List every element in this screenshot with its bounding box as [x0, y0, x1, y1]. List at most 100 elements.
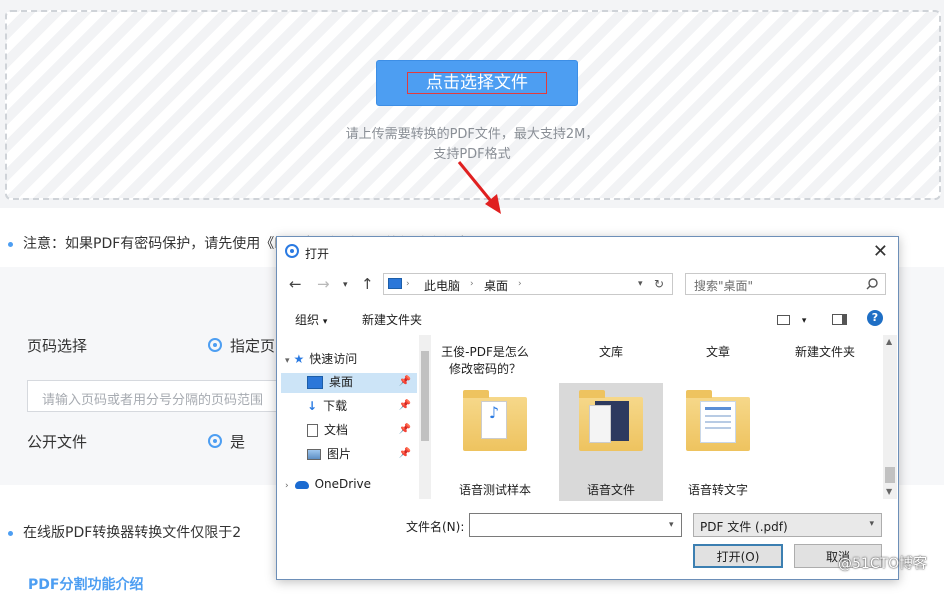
desktop-icon [307, 376, 323, 389]
filename-dropdown-icon[interactable]: ▾ [669, 520, 674, 530]
file-item-pdf-article[interactable]: 王俊-PDF是怎么 修改密码的？ [433, 335, 537, 376]
file-label: 语音转文字 [687, 483, 748, 497]
picture-icon [307, 449, 321, 460]
tree-label: 下载 [323, 399, 348, 413]
chevron-down-icon: ▾ [285, 356, 290, 366]
page-range-input[interactable]: 请输入页码或者用分号分隔的页码范围 [27, 380, 287, 412]
split-intro-link[interactable]: PDF分割功能介绍 [28, 574, 143, 594]
scroll-up-icon[interactable]: ▲ [886, 337, 892, 346]
file-list-scrollbar[interactable]: ▲ ▼ [883, 335, 897, 499]
pin-icon[interactable]: 📌 [399, 400, 411, 411]
tree-item-onedrive[interactable]: › OneDrive [285, 477, 371, 497]
file-item-wenku[interactable]: 文库 [559, 335, 663, 359]
public-file-label: 公开文件 [27, 433, 88, 451]
tree-item-pictures[interactable]: 图片 📌 [285, 445, 417, 465]
chevron-down-icon: ▾ [869, 519, 874, 529]
tree-item-downloads[interactable]: ↓ 下载 📌 [285, 397, 417, 417]
page-radio-label: 指定页 [230, 337, 276, 355]
annotation-arrow [457, 161, 501, 214]
breadcrumb-this-pc[interactable]: 此电脑 [424, 277, 460, 294]
watermark: @51CTO博客 [838, 556, 928, 572]
limit-notice-text: 在线版PDF转换器转换文件仅限于2 [23, 525, 242, 541]
tree-label: 文档 [324, 423, 349, 437]
file-item-new-folder[interactable]: 新建文件夹 [773, 335, 877, 359]
new-folder-button[interactable]: 新建文件夹 [362, 311, 422, 328]
organize-menu[interactable]: 组织 ▾ [295, 311, 327, 328]
view-box-icon [777, 314, 790, 325]
search-input[interactable]: 搜索"桌面" [685, 273, 886, 295]
pin-icon[interactable]: 📌 [399, 424, 411, 435]
view-mode-icon[interactable]: ▾ [777, 312, 806, 326]
upload-hint-line1: 请上传需要转换的PDF文件，最大支持2M， [345, 127, 599, 142]
file-item-voice-to-text[interactable]: 语音转文字 [666, 383, 770, 501]
tree-label: 桌面 [329, 375, 354, 389]
file-item-voice-files[interactable]: 语音文件 [559, 383, 663, 501]
breadcrumb-separator-icon: › [518, 279, 522, 289]
browser-app-icon [285, 244, 299, 258]
filename-label: 文件名(N): [406, 520, 465, 534]
chevron-right-icon: › [285, 481, 289, 491]
chevron-down-icon: ▾ [801, 316, 807, 326]
file-scroll-thumb[interactable] [885, 467, 895, 483]
file-label-line2: 修改密码的？ [448, 362, 521, 376]
document-preview-icon [700, 401, 736, 443]
file-item-voice-sample[interactable]: ♪ 语音测试样本 [443, 383, 547, 501]
refresh-icon[interactable]: ↻ [654, 277, 664, 291]
file-label: 王俊-PDF是怎么 [441, 345, 529, 359]
tree-scrollbar[interactable] [419, 335, 431, 499]
file-label: 新建文件夹 [794, 345, 855, 359]
breadcrumb-separator-icon: › [406, 279, 410, 289]
pin-icon[interactable]: 📌 [399, 448, 411, 459]
tree-label: OneDrive [314, 477, 372, 491]
organize-label: 组织 [295, 313, 320, 327]
cloud-icon [294, 480, 309, 489]
address-dropdown-icon[interactable]: ▾ [638, 279, 643, 289]
file-item-wenzhang[interactable]: 文章 [666, 335, 770, 359]
filename-input[interactable] [469, 513, 682, 537]
open-file-dialog: 打开 ✕ ← → ▾ ↑ › 此电脑 › 桌面 › ▾ ↻ 搜索"桌面" 组织 … [276, 236, 899, 580]
public-radio[interactable] [208, 434, 222, 448]
star-icon: ★ [293, 352, 305, 366]
bullet-dot [8, 241, 13, 247]
document-icon [307, 424, 318, 437]
scroll-down-icon[interactable]: ▼ [886, 487, 892, 496]
music-note-icon: ♪ [488, 403, 500, 422]
pin-icon[interactable]: 📌 [399, 376, 411, 387]
audio-file-icon: ♪ [481, 401, 507, 439]
file-label: 语音文件 [586, 483, 635, 497]
preview-pane-icon[interactable] [832, 312, 847, 326]
folder-icon [579, 390, 643, 451]
tree-item-quick-access[interactable]: ▾ ★ 快速访问 [285, 350, 357, 370]
tree-label: 图片 [327, 447, 352, 461]
tree-item-documents[interactable]: 文档 📌 [285, 421, 417, 441]
address-bar[interactable]: › 此电脑 › 桌面 › ▾ ↻ [383, 273, 673, 295]
tree-scroll-thumb[interactable] [421, 351, 429, 441]
public-radio-label: 是 [230, 433, 246, 451]
choose-file-button[interactable]: 点击选择文件 [376, 60, 578, 106]
search-icon [866, 278, 878, 290]
choose-file-label: 点击选择文件 [407, 72, 547, 94]
file-label: 文章 [705, 345, 730, 359]
paper-icon [589, 405, 611, 443]
back-arrow-icon[interactable]: ← [289, 275, 302, 293]
file-label: 文库 [598, 345, 623, 359]
up-arrow-icon[interactable]: ↑ [361, 275, 374, 293]
close-icon[interactable]: ✕ [873, 241, 888, 262]
forward-arrow-icon[interactable]: → [317, 275, 330, 293]
tree-item-desktop[interactable]: 桌面 📌 [281, 373, 417, 393]
filetype-select[interactable]: PDF 文件 (.pdf) ▾ [693, 513, 882, 537]
limit-notice: 在线版PDF转换器转换文件仅限于2 [8, 522, 241, 542]
file-list: 王俊-PDF是怎么 修改密码的？ 文库 文章 新建文件夹 ♪ 语音测试样本 语音… [433, 335, 883, 501]
recent-dropdown-icon[interactable]: ▾ [343, 280, 348, 290]
help-icon[interactable]: ? [867, 310, 883, 326]
open-button[interactable]: 打开(O) [693, 544, 783, 568]
tree-label: 快速访问 [309, 352, 358, 366]
breadcrumb-desktop[interactable]: 桌面 [484, 277, 508, 294]
computer-icon [388, 278, 402, 289]
page-select-label: 页码选择 [27, 337, 88, 355]
folder-icon [686, 390, 750, 451]
chevron-down-icon: ▾ [322, 317, 328, 327]
pane-box-icon [832, 314, 847, 325]
page-radio[interactable] [208, 338, 222, 352]
dialog-title: 打开 [305, 247, 330, 261]
